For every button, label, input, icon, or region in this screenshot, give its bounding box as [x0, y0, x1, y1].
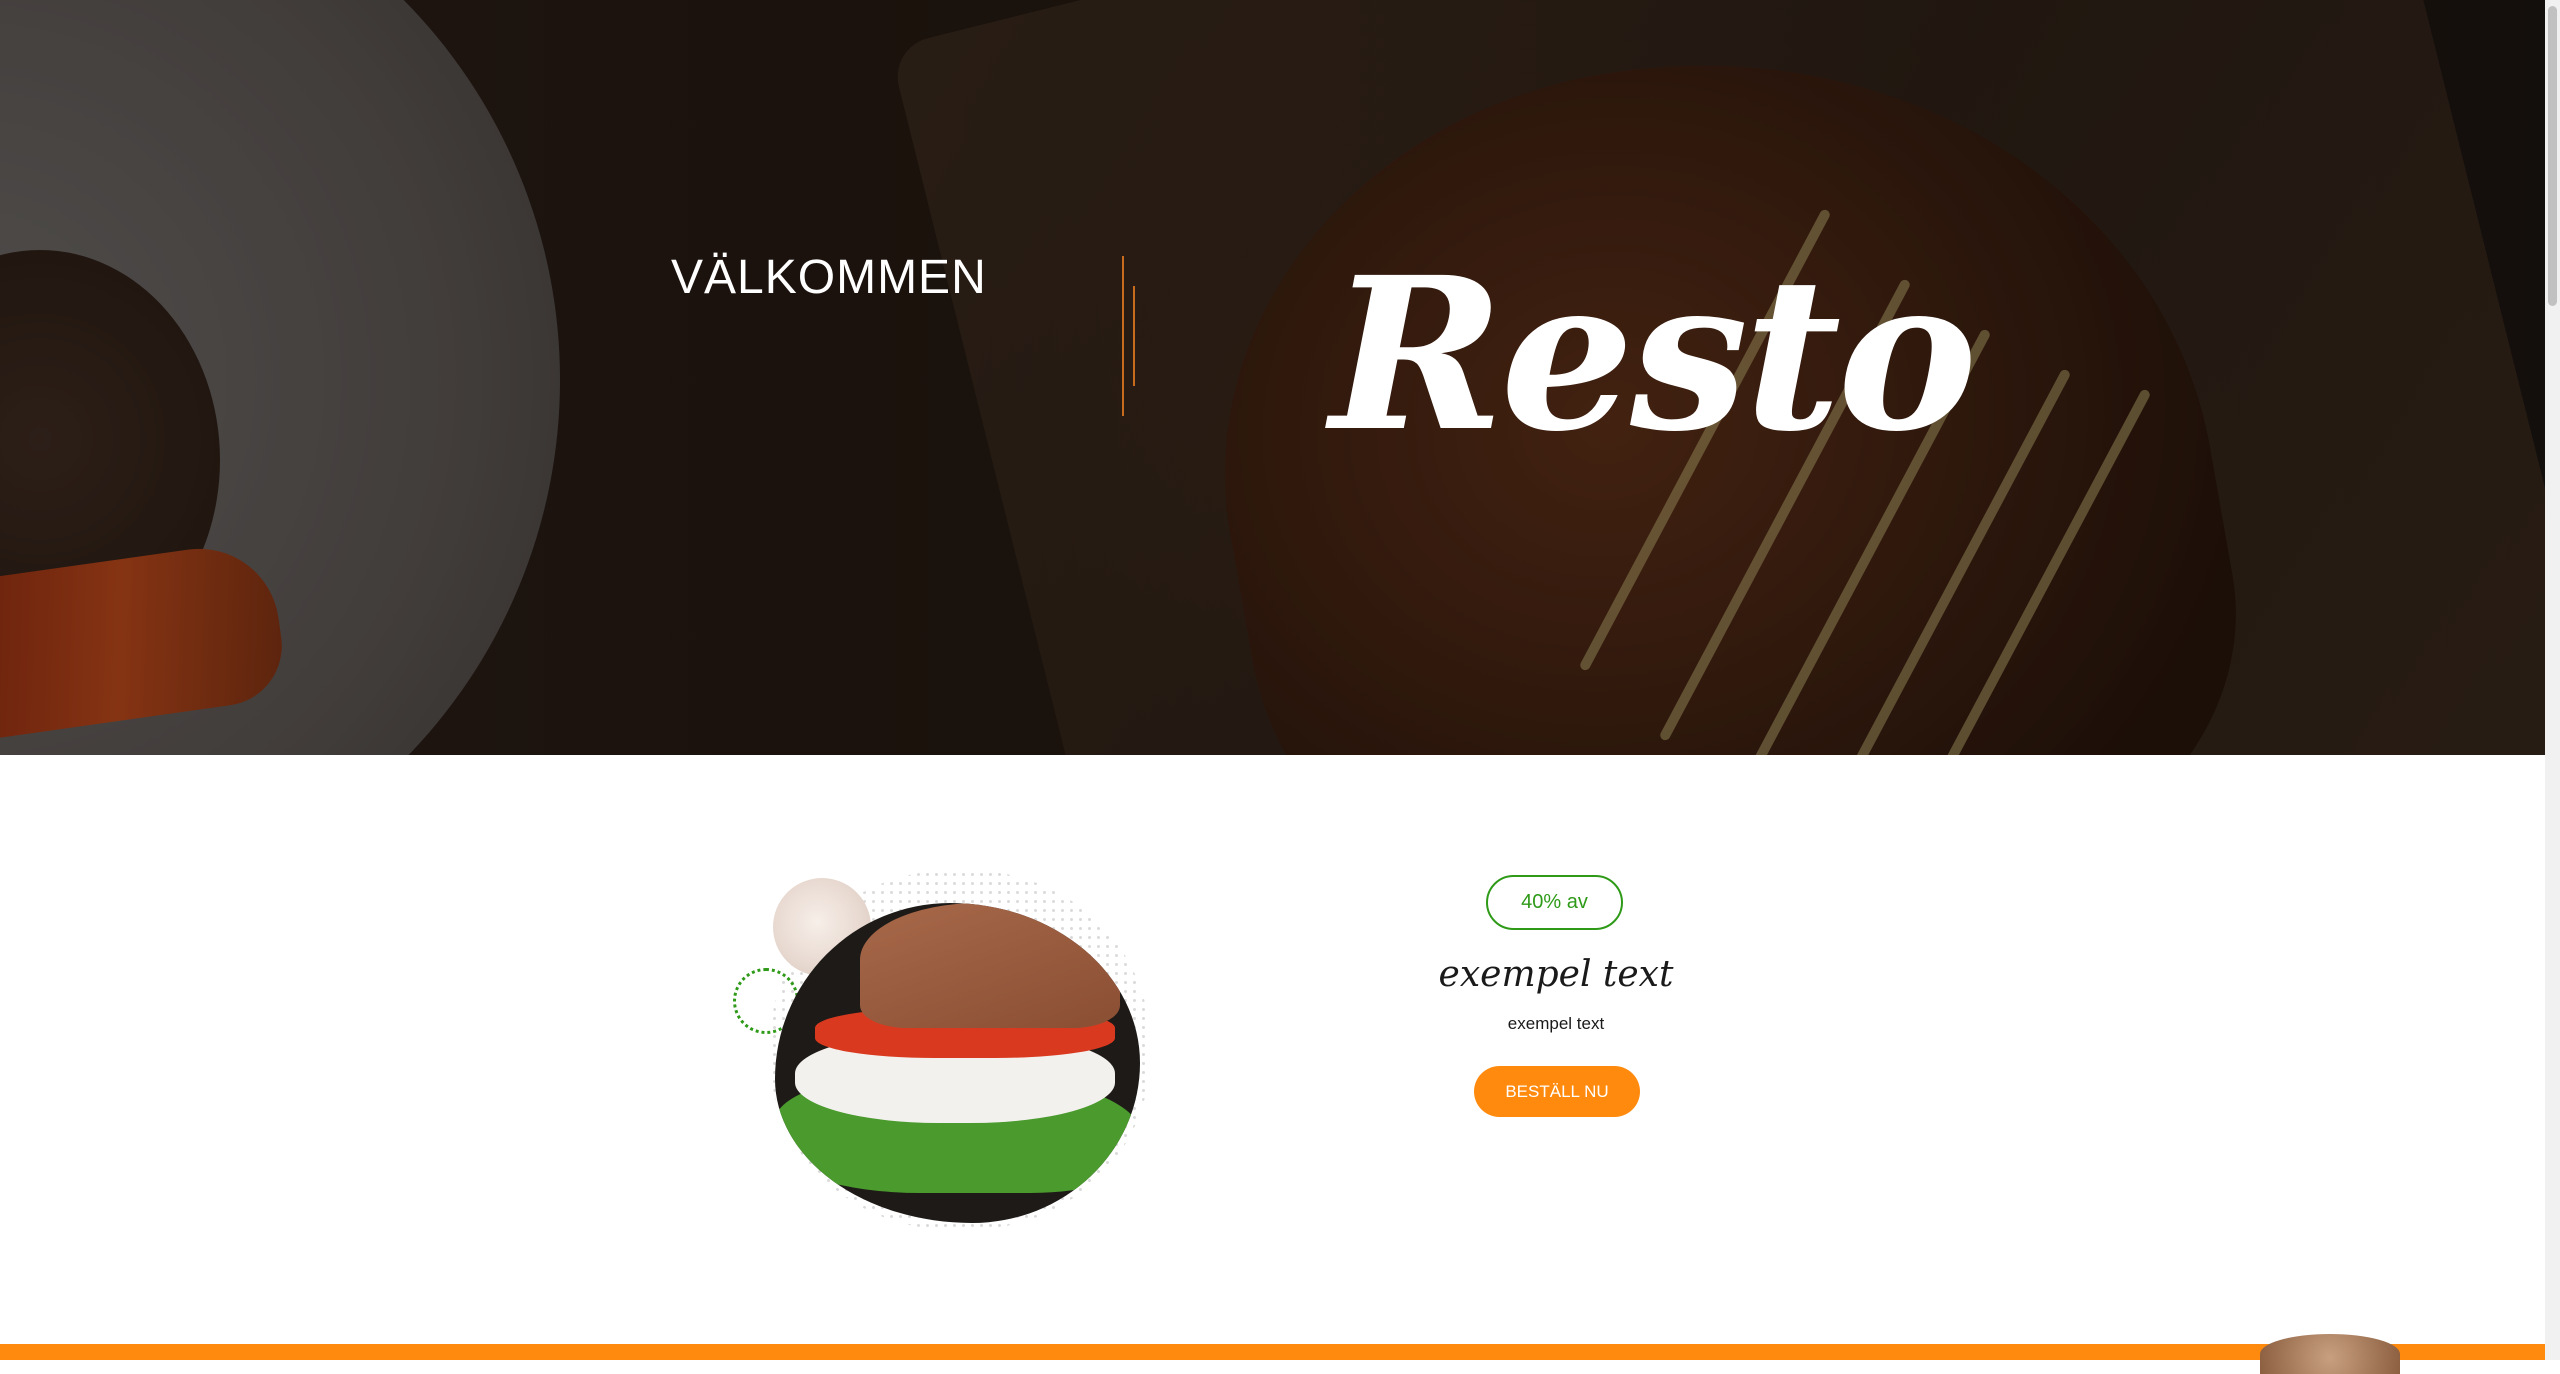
order-now-button[interactable]: BESTÄLL NU	[1474, 1066, 1640, 1117]
discount-badge: 40% av	[1486, 875, 1623, 930]
offer-subtitle: exempel text	[1507, 1014, 1605, 1033]
hero-divider-line	[1122, 256, 1124, 416]
offer-title: exempel text	[1438, 954, 1674, 995]
hero-divider-line	[1133, 286, 1135, 386]
brand-logo-text: Resto	[1330, 231, 1977, 478]
welcome-heading: VÄLKOMMEN	[671, 251, 987, 304]
scrollbar-thumb[interactable]	[2548, 6, 2557, 306]
chef-photo	[2260, 1334, 2400, 1374]
hero-overlay	[0, 0, 2545, 755]
hero-section: VÄLKOMMEN Resto	[0, 0, 2545, 755]
sandwich-image	[775, 903, 1140, 1223]
orange-footer-stripe	[0, 1344, 2545, 1360]
